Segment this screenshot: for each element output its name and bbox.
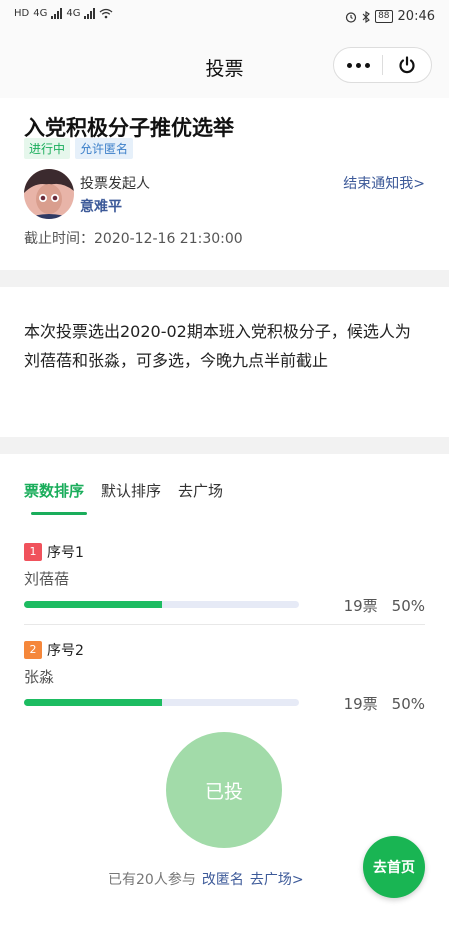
status-bar-right: 88 20:46 — [345, 9, 435, 24]
option-item-1[interactable]: 1 序号1 刘蓓蓓 19票 50% — [24, 542, 425, 615]
vote-percent: 50% — [391, 597, 425, 615]
bottom-strip — [0, 920, 449, 931]
participant-count: 已有20人参与 — [108, 872, 196, 888]
status-tags: 进行中 允许匿名 — [24, 138, 134, 159]
vote-progress-bar — [24, 601, 299, 608]
sort-tabs: 票数排序 默认排序 去广场 — [24, 480, 223, 501]
participation-footer: 已有20人参与 改匿名 去广场> — [108, 869, 304, 889]
signal-label-2: 4G — [66, 8, 81, 19]
vote-info-card: 入党积极分子推优选举 进行中 允许匿名 投票发起人 意难平 结束通知我> 截止时… — [0, 98, 449, 270]
description-card: 本次投票选出2020-02期本班入党积极分子，候选人为刘蓓蓓和张淼，可多选，今晚… — [0, 287, 449, 437]
vote-progress-fill — [24, 601, 162, 608]
change-anonymous-link[interactable]: 改匿名 — [202, 869, 244, 889]
option-stats: 19票 50% — [344, 595, 425, 616]
rank-badge: 2 — [24, 641, 42, 659]
divider — [24, 624, 425, 625]
more-dots-icon — [346, 62, 370, 68]
alarm-icon — [345, 11, 357, 23]
voted-button[interactable]: 已投 — [166, 732, 282, 848]
signal-label-1: 4G — [33, 8, 48, 19]
initiator-label: 投票发起人 — [80, 176, 150, 192]
vote-progress-fill — [24, 699, 162, 706]
bluetooth-icon — [362, 10, 370, 23]
status-badge-in-progress: 进行中 — [24, 138, 71, 159]
deadline-text: 截止时间：2020-12-16 21:30:00 — [24, 231, 243, 247]
option-seq: 序号2 — [47, 643, 84, 659]
option-header: 1 序号1 — [24, 542, 425, 562]
power-icon — [399, 56, 415, 74]
vote-progress-bar — [24, 699, 299, 706]
vote-percent: 50% — [391, 695, 425, 713]
battery-icon: 88 — [375, 10, 393, 23]
rank-badge: 1 — [24, 543, 42, 561]
results-card: 票数排序 默认排序 去广场 1 序号1 刘蓓蓓 19票 50% 2 序号2 张淼 … — [0, 454, 449, 920]
tab-go-square[interactable]: 去广场 — [178, 480, 223, 501]
status-bar: HD 4G 4G 88 20:46 — [0, 0, 449, 34]
signal-icon — [51, 8, 63, 19]
close-button[interactable] — [383, 48, 431, 82]
vote-count: 19票 — [343, 597, 378, 615]
tab-default-sort[interactable]: 默认排序 — [101, 480, 161, 501]
wifi-icon — [100, 8, 113, 19]
go-square-link[interactable]: 去广场> — [250, 869, 304, 889]
mini-program-capsule — [333, 47, 432, 83]
vote-count: 19票 — [343, 695, 378, 713]
option-stats: 19票 50% — [344, 693, 425, 714]
vote-description: 本次投票选出2020-02期本班入党积极分子，候选人为刘蓓蓓和张淼，可多选，今晚… — [24, 322, 411, 370]
go-home-button[interactable]: 去首页 — [363, 836, 425, 898]
tab-sort-by-votes[interactable]: 票数排序 — [24, 480, 84, 501]
status-bar-left: HD 4G 4G — [14, 8, 113, 19]
status-badge-anonymous: 允许匿名 — [75, 138, 134, 159]
active-tab-indicator — [31, 512, 87, 515]
option-item-2[interactable]: 2 序号2 张淼 19票 50% — [24, 640, 425, 713]
clock: 20:46 — [397, 9, 435, 24]
avatar[interactable] — [24, 169, 74, 219]
nav-bar: 投票 — [0, 34, 449, 98]
more-button[interactable] — [334, 48, 382, 82]
hd-indicator: HD — [14, 8, 30, 19]
notify-on-end-link[interactable]: 结束通知我> — [343, 173, 425, 193]
option-name: 张淼 — [24, 668, 55, 686]
signal-icon — [84, 8, 96, 19]
option-name: 刘蓓蓓 — [24, 570, 70, 588]
initiator-name[interactable]: 意难平 — [80, 196, 122, 216]
option-seq: 序号1 — [47, 545, 84, 561]
option-header: 2 序号2 — [24, 640, 425, 660]
